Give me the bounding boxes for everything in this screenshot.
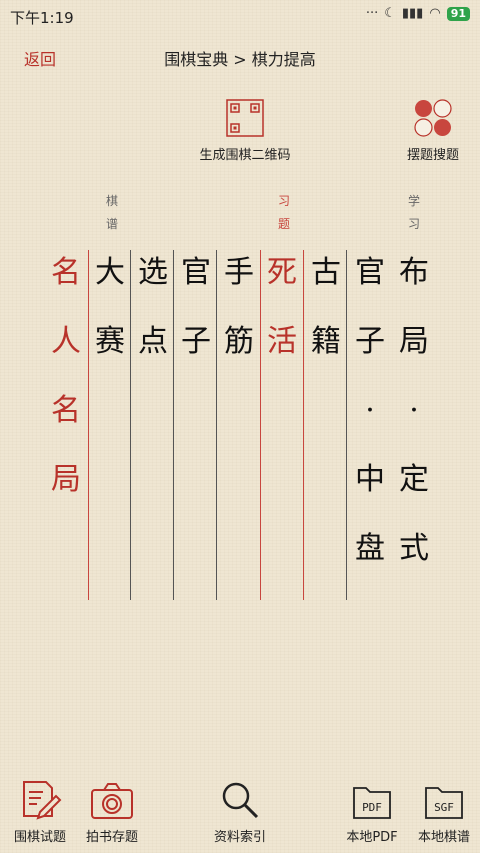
wifi-icon: ◠ (429, 6, 441, 21)
status-icons: ··· ☾ ▮▮▮ ◠ 91 (366, 6, 470, 21)
category-tesuji[interactable]: 手 筋 (219, 238, 259, 376)
section-label-char: 棋 (105, 194, 118, 208)
battery-indicator: 91 (446, 6, 470, 21)
bottom-nav: 围棋试题 拍书存题 资料索引 PDF 本地PDF SGF 本地棋谱 (0, 772, 480, 853)
sgf-badge-text: SGF (434, 801, 454, 814)
nav-photo-save[interactable]: 拍书存题 (72, 772, 152, 845)
category-life-death[interactable]: 死 活 (262, 238, 302, 376)
column-divider (88, 250, 89, 600)
nav-local-sgf[interactable]: SGF 本地棋谱 (404, 772, 480, 845)
column-char: 活 (267, 324, 297, 359)
section-label-char: 习 (277, 194, 290, 208)
column-char: 定 (399, 462, 429, 497)
column-char: 赛 (95, 324, 125, 359)
pdf-folder-icon: PDF (353, 787, 391, 819)
search-problem-button[interactable]: 摆题搜题 (396, 98, 470, 163)
column-char: 选 (138, 255, 168, 290)
category-endgame-problems[interactable]: 官 子 (176, 238, 216, 376)
camera-icon (91, 783, 133, 819)
category-opening-joseki[interactable]: 布 局 · 定 式 (394, 238, 434, 583)
column-char: 手 (224, 255, 254, 290)
column-char: 人 (51, 324, 81, 359)
column-divider (346, 250, 347, 600)
category-famous-games[interactable]: 名 人 名 局 (46, 238, 86, 514)
section-label-char: 学 (407, 194, 420, 208)
qr-code-label: 生成围棋二维码 (199, 148, 291, 163)
column-divider (260, 250, 261, 600)
pen-paper-icon (23, 781, 62, 820)
back-button[interactable]: 返回 (24, 46, 56, 70)
section-label-qipu: 棋 谱 (102, 190, 122, 236)
category-grid: 棋 谱 习 题 学 习 名 人 名 局 大 赛 选 点 官 子 手 筋 死 活 (40, 190, 440, 600)
column-char: 点 (138, 324, 168, 359)
column-divider (303, 250, 304, 600)
dots-icon: ··· (365, 6, 379, 21)
column-char: 布 (399, 255, 429, 290)
nav-label: 围棋试题 (13, 830, 66, 845)
column-char: 盘 (355, 531, 385, 566)
page-title: 围棋宝典 > 棋力提高 (164, 50, 316, 69)
nav-label: 本地PDF (346, 830, 398, 845)
nav-local-pdf[interactable]: PDF 本地PDF (332, 772, 412, 845)
column-char: 官 (181, 255, 211, 290)
sgf-folder-icon: SGF (425, 787, 463, 819)
column-char: 局 (399, 324, 429, 359)
header: 围棋宝典 > 棋力提高 返回 (0, 40, 480, 76)
column-char: 大 (95, 255, 125, 290)
column-char: 式 (399, 531, 429, 566)
column-divider (216, 250, 217, 600)
qr-code-button[interactable]: 生成围棋二维码 (186, 98, 304, 163)
status-bar: 下午1:19 ··· ☾ ▮▮▮ ◠ 91 (0, 0, 480, 34)
search-problem-label: 摆题搜题 (406, 148, 459, 163)
section-label-char: 谱 (105, 217, 118, 231)
nav-label: 资料索引 (213, 830, 266, 845)
column-char: 筋 (224, 324, 254, 359)
category-tournaments[interactable]: 大 赛 (90, 238, 130, 376)
nav-go-problems[interactable]: 围棋试题 (0, 772, 80, 845)
column-char: 子 (181, 324, 211, 359)
category-endgame-middlegame[interactable]: 官 子 · 中 盘 (350, 238, 390, 583)
category-ancient-books[interactable]: 古 籍 (306, 238, 346, 376)
go-stones-icon (414, 99, 452, 137)
section-label-xuexi: 学 习 (404, 190, 424, 236)
magnifier-icon (222, 782, 259, 819)
column-char: 死 (267, 255, 297, 290)
column-char: 中 (355, 462, 385, 497)
column-char: 籍 (311, 324, 341, 359)
column-char: 名 (51, 393, 81, 428)
column-char: 名 (51, 255, 81, 290)
section-label-char: 习 (407, 217, 420, 231)
nav-resource-index[interactable]: 资料索引 (200, 772, 280, 845)
column-char: 子 (355, 324, 385, 359)
column-char: 局 (51, 462, 81, 497)
qr-code-icon (226, 99, 264, 137)
column-char: · (409, 393, 419, 428)
column-char: · (365, 393, 375, 428)
status-time: 下午1:19 (10, 9, 74, 27)
moon-icon: ☾ (384, 6, 396, 21)
column-divider (173, 250, 174, 600)
category-point-selection[interactable]: 选 点 (133, 238, 173, 376)
column-char: 官 (355, 255, 385, 290)
nav-label: 拍书存题 (85, 830, 138, 845)
nav-label: 本地棋谱 (417, 830, 470, 845)
section-label-xiti: 习 题 (274, 190, 294, 236)
section-label-char: 题 (277, 217, 290, 231)
pdf-badge-text: PDF (362, 801, 382, 814)
column-divider (130, 250, 131, 600)
signal-icon: ▮▮▮ (401, 6, 424, 21)
column-char: 古 (311, 255, 341, 290)
